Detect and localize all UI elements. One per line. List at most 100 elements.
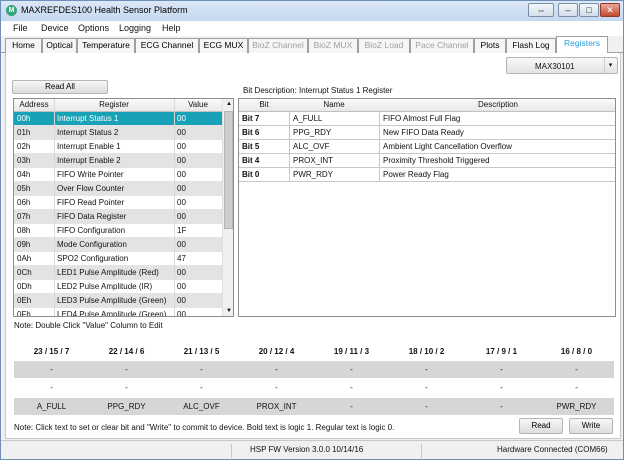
bit-grid-row: -------- [14,361,614,378]
bit-toggle-cell[interactable]: PWR_RDY [539,402,614,411]
bit-number: Bit 7 [242,114,260,123]
register-value[interactable]: 00 [177,212,186,221]
register-address: 0Dh [17,282,32,291]
register-table: Address Register Value 00h Interrupt Stat… [13,98,234,317]
column-header-value[interactable]: Value [174,100,222,109]
table-row[interactable]: 03h Interrupt Enable 2 00 [14,154,222,168]
register-value[interactable]: 00 [177,296,186,305]
menu-file[interactable]: File [13,23,28,33]
close-button[interactable]: ✕ [600,3,620,17]
maximize-button[interactable]: □ [579,3,599,17]
tab-ecg-mux[interactable]: ECG MUX [199,38,248,53]
column-header-register[interactable]: Register [54,100,174,109]
column-divider [289,140,290,154]
menu-options[interactable]: Options [78,23,109,33]
register-value[interactable]: 1F [177,226,186,235]
table-row[interactable]: 0Fh LED4 Pulse Amplitude (Green) 00 [14,308,222,317]
bit-toggle-cell[interactable]: - [239,383,314,392]
bit-toggle-cell[interactable]: - [389,402,464,411]
bit-toggle-cell[interactable]: - [464,402,539,411]
register-value[interactable]: 00 [177,282,186,291]
column-divider [379,112,380,126]
scroll-down-icon[interactable]: ▼ [223,306,233,316]
table-row[interactable]: 05h Over Flow Counter 00 [14,182,222,196]
bit-toggle-cell[interactable]: - [14,383,89,392]
status-divider [231,444,232,458]
bit-toggle-cell[interactable]: - [89,365,164,374]
write-button[interactable]: Write [569,418,613,434]
bit-toggle-cell[interactable]: - [314,402,389,411]
bit-toggle-cell[interactable]: - [14,365,89,374]
table-row[interactable]: 06h FIFO Read Pointer 00 [14,196,222,210]
app-logo-icon: M [6,5,17,16]
register-value[interactable]: 00 [177,268,186,277]
register-table-scrollbar[interactable]: ▲ ▼ [222,99,233,316]
bit-toggle-cell[interactable]: - [314,383,389,392]
bit-toggle-cell[interactable]: - [539,365,614,374]
table-row[interactable]: 0Ah SPO2 Configuration 47 [14,252,222,266]
bit-name: PPG_RDY [293,128,332,137]
scroll-up-icon[interactable]: ▲ [223,99,233,110]
register-value[interactable]: 00 [177,184,186,193]
tab-home[interactable]: Home [5,38,42,53]
register-value[interactable]: 47 [177,254,186,263]
bit-toggle-cell[interactable]: - [164,383,239,392]
registers-panel: MAX30101 ▾ Read All Address Register Val… [5,53,621,439]
bit-toggle-cell[interactable]: - [464,383,539,392]
restore-icon: ⇔ [536,5,546,15]
bit-description: Power Ready Flag [383,170,449,179]
register-address: 0Fh [17,310,31,317]
tab-bar: Home Optical Temperature ECG Channel ECG… [1,36,623,54]
tab-flash-log[interactable]: Flash Log [506,38,556,53]
bit-toggle-cell[interactable]: ALC_OVF [164,402,239,411]
bit-toggle-cell[interactable]: - [314,365,389,374]
table-row[interactable]: 04h FIFO Write Pointer 00 [14,168,222,182]
bit-toggle-cell[interactable]: PPG_RDY [89,402,164,411]
register-value[interactable]: 00 [177,128,186,137]
device-select[interactable]: MAX30101 ▾ [506,57,618,74]
column-header-address[interactable]: Address [14,100,54,109]
register-value[interactable]: 00 [177,156,186,165]
menu-device[interactable]: Device [41,23,69,33]
bit-toggle-cell[interactable]: - [464,365,539,374]
table-row[interactable]: 00h Interrupt Status 1 00 [14,112,222,126]
read-all-button[interactable]: Read All [12,80,108,94]
bit-number: Bit 4 [242,156,260,165]
bit-toggle-cell[interactable]: - [389,365,464,374]
table-row[interactable]: 08h FIFO Configuration 1F [14,224,222,238]
scrollbar-thumb[interactable] [224,111,233,229]
register-value[interactable]: 00 [177,198,186,207]
read-button[interactable]: Read [519,418,563,434]
table-row[interactable]: 09h Mode Configuration 00 [14,238,222,252]
table-row[interactable]: 01h Interrupt Status 2 00 [14,126,222,140]
table-row[interactable]: 0Dh LED2 Pulse Amplitude (IR) 00 [14,280,222,294]
tab-temperature[interactable]: Temperature [77,38,135,53]
table-row[interactable]: 0Ch LED1 Pulse Amplitude (Red) 00 [14,266,222,280]
register-value[interactable]: 00 [177,240,186,249]
bit-toggle-cell[interactable]: - [239,365,314,374]
table-row[interactable]: 07h FIFO Data Register 00 [14,210,222,224]
register-value[interactable]: 00 [177,170,186,179]
tab-ecg-channel[interactable]: ECG Channel [135,38,199,53]
tab-plots[interactable]: Plots [474,38,506,53]
minimize-button[interactable]: – [558,3,578,17]
bit-toggle-cell[interactable]: - [389,383,464,392]
bit-description-row: Bit 4 PROX_INT Proximity Threshold Trigger… [239,154,615,168]
register-value[interactable]: 00 [177,142,186,151]
menu-logging[interactable]: Logging [119,23,151,33]
register-value[interactable]: 00 [177,310,186,316]
bit-number: Bit 6 [242,128,260,137]
bit-toggle-cell[interactable]: A_FULL [14,402,89,411]
tab-registers[interactable]: Registers [556,36,608,54]
table-row[interactable]: 02h Interrupt Enable 1 00 [14,140,222,154]
bit-toggle-cell[interactable]: - [539,383,614,392]
bit-description: FIFO Almost Full Flag [383,114,461,123]
bit-toggle-cell[interactable]: - [89,383,164,392]
restore-window-button[interactable]: ⇔ [528,3,554,17]
tab-optical[interactable]: Optical [42,38,77,53]
table-row[interactable]: 0Eh LED3 Pulse Amplitude (Green) 00 [14,294,222,308]
bit-toggle-cell[interactable]: - [164,365,239,374]
menu-help[interactable]: Help [162,23,181,33]
register-value[interactable]: 00 [177,114,186,123]
bit-toggle-cell[interactable]: PROX_INT [239,402,314,411]
